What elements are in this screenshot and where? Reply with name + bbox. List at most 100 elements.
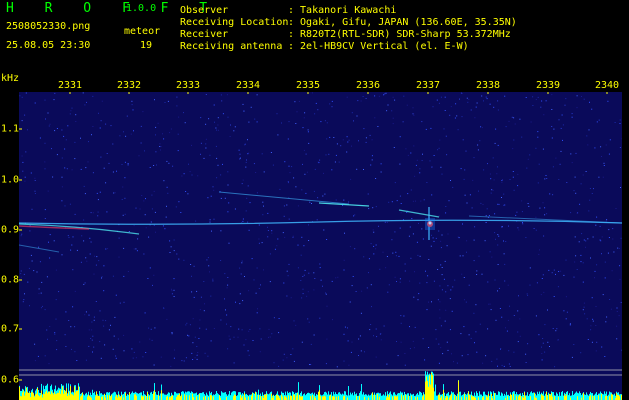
histogram-bar [419, 391, 420, 400]
x-tick-label: 2340 [594, 80, 620, 91]
noise-pixel [537, 136, 539, 138]
noise-pixel [288, 263, 290, 265]
noise-pixel [143, 253, 145, 255]
histogram-bar-peak [125, 392, 126, 400]
noise-pixel [149, 338, 151, 340]
histogram-bar [361, 384, 362, 400]
noise-pixel [546, 213, 548, 215]
histogram-bar [209, 391, 210, 400]
noise-pixel [431, 301, 432, 303]
histogram-bar [182, 391, 183, 400]
noise-pixel [322, 195, 324, 197]
histogram-bar-peak [426, 376, 427, 400]
noise-pixel [124, 213, 126, 215]
noise-pixel [614, 122, 616, 123]
histogram-bar-peak [323, 396, 324, 400]
noise-pixel [325, 293, 327, 295]
spectrogram-panel [19, 92, 622, 400]
noise-pixel [83, 185, 85, 187]
noise-pixel [562, 139, 563, 141]
histogram-bar [246, 393, 247, 400]
noise-pixel [128, 231, 130, 232]
histogram-bar [608, 394, 609, 400]
noise-pixel [611, 270, 613, 272]
histogram-bar-peak [285, 396, 286, 400]
histogram-bar-peak [616, 393, 617, 400]
noise-pixel [560, 127, 562, 129]
info-value-antenna: : 2el-HB9CV Vertical (el. E-W) [288, 41, 469, 52]
noise-pixel [589, 188, 591, 189]
histogram-bar [602, 393, 603, 400]
noise-pixel [282, 359, 284, 361]
noise-pixel [426, 282, 428, 284]
noise-pixel [248, 121, 250, 123]
noise-pixel [580, 352, 582, 354]
histogram-bar [462, 394, 463, 400]
histogram-bar-peak [277, 394, 278, 400]
histogram-bar [316, 394, 317, 400]
noise-pixel [558, 271, 560, 272]
noise-pixel [394, 231, 396, 233]
noise-pixel [247, 350, 249, 352]
noise-pixel [507, 284, 509, 286]
noise-pixel [288, 218, 290, 220]
histogram-bar-peak [109, 395, 110, 400]
noise-pixel [428, 347, 430, 348]
noise-pixel [255, 292, 257, 294]
histogram-bar-peak [196, 396, 197, 400]
histogram-bar-peak [336, 396, 337, 400]
histogram-bar [195, 393, 196, 400]
noise-pixel [383, 325, 385, 327]
noise-pixel [580, 183, 582, 185]
noise-pixel [188, 335, 190, 337]
noise-pixel [278, 332, 280, 334]
noise-pixel [423, 199, 425, 201]
noise-pixel [349, 246, 351, 248]
histogram-bar [270, 392, 271, 400]
noise-pixel [230, 124, 231, 126]
noise-pixel [479, 323, 481, 325]
noise-pixel [92, 351, 93, 353]
noise-pixel [80, 261, 82, 263]
noise-pixel [619, 265, 621, 267]
noise-pixel [551, 137, 553, 139]
noise-pixel [67, 125, 69, 127]
noise-pixel [181, 175, 183, 177]
noise-pixel [150, 221, 152, 223]
histogram-bar [222, 392, 223, 400]
noise-pixel [351, 112, 353, 114]
noise-pixel [44, 161, 46, 163]
noise-pixel [24, 176, 26, 178]
noise-pixel [544, 324, 546, 326]
noise-pixel [178, 116, 180, 118]
histogram-bar [537, 391, 538, 400]
noise-pixel [259, 328, 261, 330]
noise-pixel [525, 362, 527, 363]
noise-pixel [592, 236, 594, 238]
histogram-bar-peak [252, 393, 253, 400]
noise-pixel [176, 96, 178, 98]
histogram-bar [576, 391, 577, 400]
noise-pixel [170, 246, 172, 248]
histogram-bar [533, 392, 534, 400]
noise-pixel [325, 363, 327, 365]
noise-pixel [115, 357, 117, 359]
noise-pixel [45, 118, 46, 120]
histogram-bar [442, 393, 443, 400]
noise-pixel [551, 109, 553, 110]
noise-pixel [44, 99, 46, 101]
noise-pixel [615, 208, 617, 209]
noise-pixel [525, 97, 527, 98]
noise-pixel [445, 291, 447, 293]
noise-pixel [288, 182, 289, 184]
noise-pixel [619, 119, 621, 121]
noise-pixel [166, 318, 168, 320]
noise-pixel [361, 290, 363, 292]
histogram-bar-peak [39, 396, 40, 400]
histogram-bar [597, 395, 598, 400]
noise-pixel [263, 269, 264, 271]
histogram-bar [257, 394, 258, 400]
noise-pixel [459, 98, 460, 100]
noise-pixel [64, 148, 66, 150]
noise-pixel [468, 98, 470, 100]
